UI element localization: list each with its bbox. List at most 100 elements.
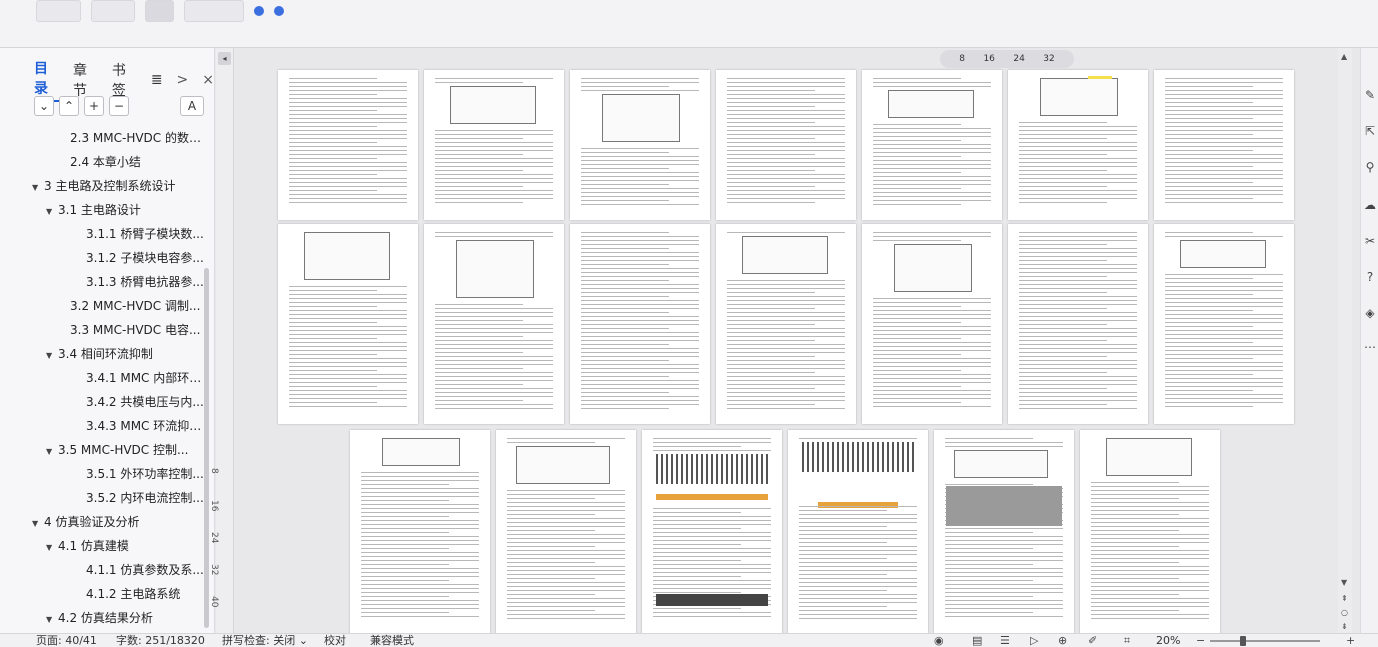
expand-down-button[interactable]: ⌄ (34, 96, 54, 116)
cursor-icon[interactable]: ⇱ (1363, 124, 1377, 138)
page-thumbnail[interactable] (862, 70, 1002, 220)
prev-page-icon[interactable]: ⇞ (1341, 594, 1348, 603)
next-page-icon[interactable]: ⇟ (1341, 622, 1348, 631)
ribbon-radio[interactable] (274, 6, 285, 16)
puzzle-icon[interactable]: ◈ (1363, 306, 1377, 320)
scroll-down-icon[interactable]: ▼ (1341, 578, 1347, 587)
add-heading-button[interactable]: + (84, 96, 104, 116)
page-thumbnail[interactable] (1008, 224, 1148, 424)
toc-item[interactable]: 2.4 本章小结 (0, 150, 208, 174)
ribbon-radio[interactable] (254, 6, 265, 16)
globe-icon[interactable]: ⊕ (1058, 634, 1067, 647)
text-size-button[interactable]: A (180, 96, 204, 116)
page-thumbnail[interactable] (1154, 224, 1294, 424)
close-icon[interactable]: × (202, 72, 214, 88)
page-thumbnail[interactable] (278, 224, 418, 424)
page-view-icon[interactable]: ▤ (972, 634, 982, 647)
page-thumbnail[interactable] (1154, 70, 1294, 220)
page-thumbnail-content (1019, 248, 1137, 249)
filter-icon[interactable]: ⚲ (1363, 160, 1377, 174)
page-thumbnail[interactable] (716, 70, 856, 220)
page-thumbnail[interactable] (496, 430, 636, 634)
scroll-up-icon[interactable]: ▲ (1341, 52, 1347, 61)
toc-item[interactable]: 3.3 MMC-HVDC 电容... (0, 318, 208, 342)
tools-icon[interactable]: ✂ (1363, 234, 1377, 248)
toc-item[interactable]: 4.1.1 仿真参数及系... (0, 558, 208, 582)
caret-down-icon[interactable]: ▼ (46, 344, 58, 366)
tab-chapters[interactable]: 章节 (73, 60, 98, 100)
toc-item[interactable]: 4.1.2 主电路系统 (0, 582, 208, 606)
page-thumbnail[interactable] (788, 430, 928, 634)
page-thumbnail[interactable] (642, 430, 782, 634)
zoom-slider-knob[interactable] (1240, 636, 1246, 646)
page-thumbnail[interactable] (570, 70, 710, 220)
ribbon-button[interactable] (145, 0, 175, 22)
caret-down-icon[interactable]: ▼ (46, 536, 58, 558)
pen-icon[interactable]: ✐ (1088, 634, 1097, 647)
toc-item[interactable]: ▼ 4 仿真验证及分析 (0, 510, 208, 534)
caret-down-icon[interactable]: ▼ (46, 440, 58, 462)
toc-item[interactable]: 2.3 MMC-HVDC 的数学... (0, 126, 208, 150)
page-thumbnail[interactable] (934, 430, 1074, 634)
pen-icon[interactable]: ✎ (1363, 88, 1377, 102)
toc-item[interactable]: ▼ 4.1 仿真建模 (0, 534, 208, 558)
cloud-icon[interactable]: ☁ (1363, 198, 1377, 212)
toc-item[interactable]: 3.4.1 MMC 内部环流... (0, 366, 208, 390)
toc-item[interactable]: ▼ 3 主电路及控制系统设计 (0, 174, 208, 198)
more-icon[interactable]: ⋯ (1363, 340, 1377, 354)
list-view-icon[interactable]: ☰ (1000, 634, 1010, 647)
play-icon[interactable]: ▷ (1030, 634, 1038, 647)
page-thumbnail[interactable] (570, 224, 710, 424)
caret-down-icon[interactable]: ▼ (32, 512, 44, 534)
toc-item[interactable]: ▼ 3.5 MMC-HVDC 控制... (0, 438, 208, 462)
remove-heading-button[interactable]: − (109, 96, 129, 116)
toc-item[interactable]: 3.1.3 桥臂电抗器参... (0, 270, 208, 294)
caret-down-icon[interactable]: ▼ (46, 200, 58, 222)
caret-down-icon[interactable]: ▼ (32, 176, 44, 198)
document-scrollbar[interactable]: ▲ ▼ ⇞ ○ ⇟ (1338, 48, 1352, 633)
spell-check-toggle[interactable]: 拼写检查: 关闭 ⌄ (222, 634, 308, 647)
document-canvas[interactable] (236, 68, 1346, 634)
proofread-button[interactable]: 校对 (324, 634, 346, 647)
tab-more[interactable]: ≣ (151, 72, 163, 88)
chevron-right-icon[interactable]: > (177, 72, 189, 88)
toc-item[interactable]: 3.1.1 桥臂子模块数... (0, 222, 208, 246)
page-thumbnail[interactable] (424, 70, 564, 220)
fit-icon[interactable]: ⌗ (1124, 634, 1130, 647)
toc-item[interactable]: ▼ 4.2 仿真结果分析 (0, 606, 208, 630)
zoom-level[interactable]: 20% (1156, 634, 1180, 647)
page-thumbnail[interactable] (862, 224, 1002, 424)
page-thumbnail[interactable] (424, 224, 564, 424)
page-thumbnail[interactable] (350, 430, 490, 634)
toc-item[interactable]: 3.5.2 内环电流控制... (0, 486, 208, 510)
page-dot-icon[interactable]: ○ (1341, 608, 1348, 617)
collapse-pane-button[interactable]: ◂ (218, 52, 231, 65)
page-indicator[interactable]: 页面: 40/41 (36, 634, 97, 647)
page-thumbnail[interactable] (278, 70, 418, 220)
toc-item[interactable]: 3.4.3 MMC 环流抑制... (0, 414, 208, 438)
ribbon-button[interactable] (36, 0, 81, 22)
tab-bookmarks[interactable]: 书签 (112, 60, 137, 100)
page-thumbnail-content (1165, 98, 1283, 99)
zoom-in-icon[interactable]: + (1346, 634, 1355, 647)
page-thumbnail[interactable] (1008, 70, 1148, 220)
page-thumbnail[interactable] (1080, 430, 1220, 634)
toc-item[interactable]: 3.2 MMC-HVDC 调制... (0, 294, 208, 318)
zoom-slider[interactable] (1210, 640, 1320, 642)
zoom-out-icon[interactable]: − (1196, 634, 1205, 647)
caret-down-icon[interactable]: ▼ (46, 608, 58, 630)
toc-item[interactable]: 3.1.2 子模块电容参... (0, 246, 208, 270)
eye-icon[interactable]: ◉ (934, 634, 944, 647)
page-thumbnail-content (1165, 236, 1283, 237)
ribbon-button[interactable] (184, 0, 245, 22)
word-count[interactable]: 字数: 251/18320 (116, 634, 205, 647)
toc-item[interactable]: 4.2.1 整流侧仿真结... (0, 630, 208, 632)
page-thumbnail[interactable] (716, 224, 856, 424)
collapse-up-button[interactable]: ⌃ (59, 96, 79, 116)
toc-item[interactable]: ▼ 3.4 相间环流抑制 (0, 342, 208, 366)
toc-item[interactable]: ▼ 3.1 主电路设计 (0, 198, 208, 222)
toc-item[interactable]: 3.4.2 共模电压与内... (0, 390, 208, 414)
help-icon[interactable]: ? (1363, 270, 1377, 284)
ribbon-button[interactable] (90, 0, 136, 22)
toc-item[interactable]: 3.5.1 外环功率控制... (0, 462, 208, 486)
